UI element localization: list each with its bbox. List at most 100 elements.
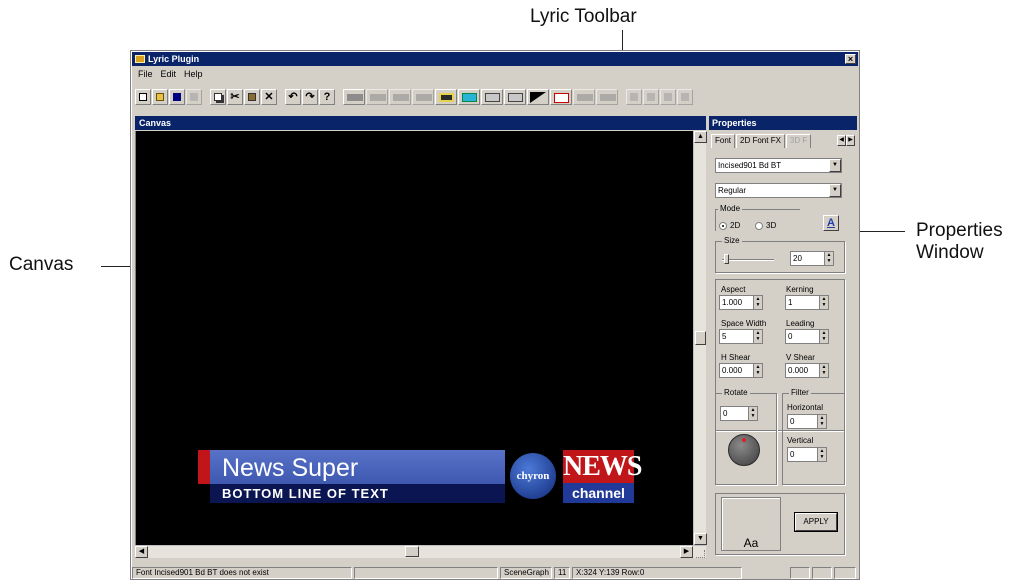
undo-button[interactable]: ↶	[285, 89, 301, 105]
canvas-title-bar: Canvas	[135, 116, 706, 130]
canvas-vertical-scrollbar[interactable]: ▲ ▼	[693, 131, 707, 545]
mode-3d-radio[interactable]	[755, 222, 763, 230]
background-button[interactable]	[458, 89, 480, 105]
scroll-up-icon[interactable]: ▲	[694, 131, 707, 143]
h-shear-stepper-icon[interactable]: ▲ ▼	[753, 364, 762, 377]
lower-third-title[interactable]: News Super	[222, 453, 358, 483]
h-shear-input[interactable]: 0.000 ▲ ▼	[719, 363, 763, 378]
chevron-down-icon[interactable]: ▼	[829, 184, 841, 197]
antialias-button[interactable]: A	[823, 215, 839, 231]
lower-third-graphic[interactable]: News Super BOTTOM LINE OF TEXT chyron NE…	[198, 450, 642, 507]
menu-help[interactable]: Help	[180, 69, 207, 79]
apply-button[interactable]: APPLY	[794, 512, 838, 532]
layer-button-2[interactable]	[389, 89, 411, 105]
undo-icon: ↶	[288, 91, 298, 103]
mode-2d-label[interactable]: 2D	[730, 221, 740, 231]
leading-input[interactable]: 0 ▲ ▼	[785, 329, 829, 344]
layer-button-1[interactable]	[366, 89, 388, 105]
font-name-select[interactable]: Incised901 Bd BT ▼	[715, 158, 842, 173]
scroll-left-icon[interactable]: ◀	[135, 546, 148, 558]
monitor-button[interactable]	[481, 89, 503, 105]
v-shear-stepper-icon[interactable]: ▲ ▼	[819, 364, 828, 377]
horizontal-scroll-thumb[interactable]	[405, 546, 419, 557]
layer-button-5[interactable]	[596, 89, 618, 105]
align-button-3[interactable]	[660, 89, 676, 105]
align-icon	[664, 93, 672, 101]
tab-2d-font-fx[interactable]: 2D Font FX	[736, 134, 785, 148]
align-button-1[interactable]	[626, 89, 642, 105]
align-button-2[interactable]	[643, 89, 659, 105]
space-width-input[interactable]: 5 ▲ ▼	[719, 329, 763, 344]
leading-stepper-icon[interactable]: ▲ ▼	[819, 330, 828, 343]
lower-third-subtitle[interactable]: BOTTOM LINE OF TEXT	[222, 485, 389, 502]
save-icon	[173, 93, 181, 101]
filter-horizontal-input[interactable]: 0 ▲ ▼	[787, 414, 827, 429]
aspect-stepper-icon[interactable]: ▲ ▼	[753, 296, 762, 309]
txt-icon	[508, 93, 523, 102]
delete-button[interactable]: ✕	[261, 89, 277, 105]
new-file-button[interactable]	[135, 89, 151, 105]
template-button[interactable]	[343, 89, 365, 105]
tab-3d-font-fx[interactable]: 3D F	[785, 134, 812, 148]
menu-edit[interactable]: Edit	[157, 69, 181, 79]
context-help-button[interactable]: ?	[319, 89, 335, 105]
align-icon	[630, 93, 638, 101]
filter-vertical-input[interactable]: 0 ▲ ▼	[787, 447, 827, 462]
mode-3d-label[interactable]: 3D	[766, 221, 776, 231]
text-button[interactable]	[504, 89, 526, 105]
space-width-stepper-icon[interactable]: ▲ ▼	[753, 330, 762, 343]
rotate-stepper-icon[interactable]: ▲ ▼	[748, 407, 757, 420]
redo-button[interactable]: ↷	[302, 89, 318, 105]
cut-button[interactable]: ✂	[227, 89, 243, 105]
scene-button[interactable]	[435, 89, 457, 105]
properties-title-bar: Properties	[709, 116, 857, 130]
layer-button-3[interactable]	[412, 89, 434, 105]
rotate-knob-icon[interactable]	[728, 434, 760, 466]
size-input[interactable]: 20 ▲ ▼	[790, 251, 834, 266]
chyron-logo: chyron	[510, 453, 556, 499]
v-shear-input[interactable]: 0.000 ▲ ▼	[785, 363, 829, 378]
kerning-stepper-icon[interactable]: ▲ ▼	[819, 296, 828, 309]
tab-scroll-left-icon[interactable]: ◀	[837, 135, 846, 146]
triangle-button[interactable]	[527, 89, 549, 105]
status-coords: X:324 Y:139 Row:0	[572, 567, 742, 579]
layer-button-4[interactable]	[573, 89, 595, 105]
aspect-input[interactable]: 1.000 ▲ ▼	[719, 295, 763, 310]
copy-button[interactable]	[210, 89, 226, 105]
properties-window: Font 2D Font FX 3D F ◀ ▶ Incised901 Bd B…	[709, 131, 857, 558]
scroll-right-icon[interactable]: ▶	[680, 546, 693, 558]
resize-grip-icon[interactable]	[696, 550, 705, 558]
filter-horizontal-stepper-icon[interactable]: ▲ ▼	[817, 415, 826, 428]
size-slider-thumb[interactable]	[724, 254, 729, 264]
check-button[interactable]	[550, 89, 572, 105]
properties-callout-line2: Window	[916, 242, 984, 263]
tab-font[interactable]: Font	[711, 134, 736, 148]
size-stepper-icon[interactable]: ▲ ▼	[824, 252, 833, 265]
size-group: Size 20 ▲ ▼	[715, 236, 845, 273]
size-slider-track[interactable]	[722, 259, 774, 261]
status-indicator-3	[834, 567, 856, 579]
print-button[interactable]	[186, 89, 202, 105]
paste-button[interactable]	[244, 89, 260, 105]
canvas-horizontal-scrollbar[interactable]: ◀ ▶	[135, 545, 706, 558]
filter-vertical-stepper-icon[interactable]: ▲ ▼	[817, 448, 826, 461]
close-button[interactable]: ×	[845, 54, 856, 64]
canvas[interactable]: News Super BOTTOM LINE OF TEXT chyron NE…	[135, 131, 693, 545]
paste-icon	[248, 93, 256, 101]
vertical-scroll-thumb[interactable]	[695, 331, 706, 345]
tab-scroll-right-icon[interactable]: ▶	[846, 135, 855, 146]
scroll-down-icon[interactable]: ▼	[694, 533, 707, 545]
menu-file[interactable]: File	[134, 69, 157, 79]
rotate-input[interactable]: 0 ▲ ▼	[720, 406, 758, 421]
open-button[interactable]	[152, 89, 168, 105]
status-indicator-1	[790, 567, 810, 579]
layer-icon	[370, 94, 386, 101]
align-button-4[interactable]	[677, 89, 693, 105]
kerning-input[interactable]: 1 ▲ ▼	[785, 295, 829, 310]
chevron-down-icon[interactable]: ▼	[829, 159, 841, 172]
mode-2d-radio[interactable]	[719, 222, 727, 230]
lower-third-red-accent	[198, 450, 210, 484]
save-button[interactable]	[169, 89, 185, 105]
font-style-select[interactable]: Regular ▼	[715, 183, 842, 198]
cut-icon: ✂	[230, 91, 240, 103]
